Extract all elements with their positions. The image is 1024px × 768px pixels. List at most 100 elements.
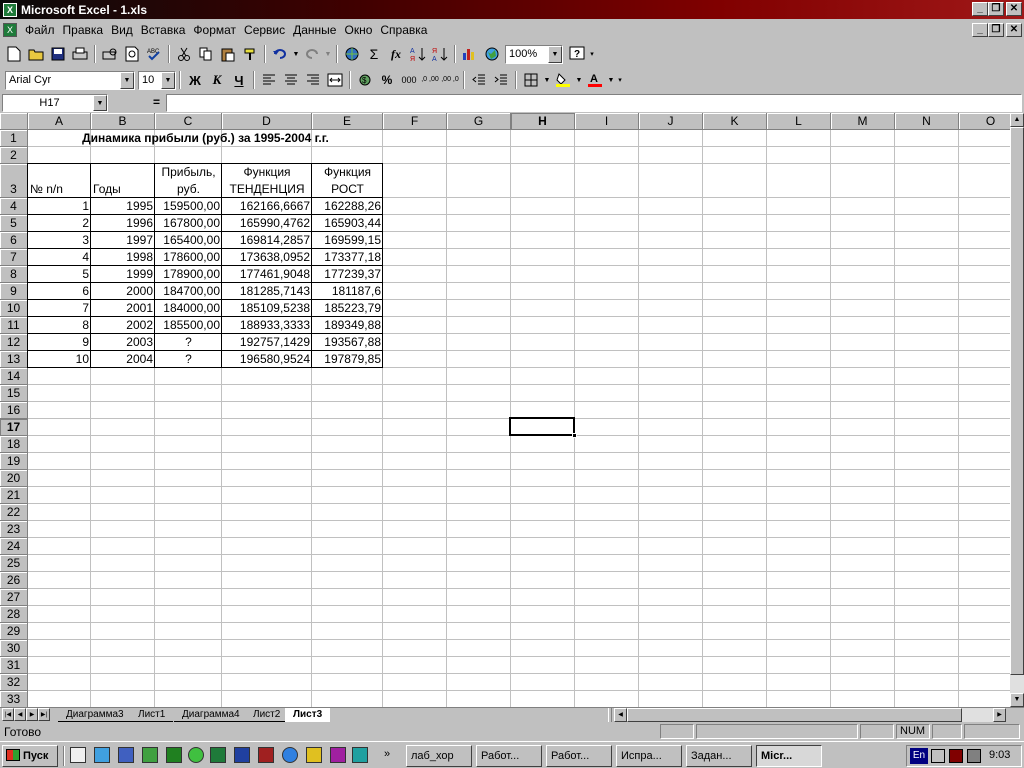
more-buttons-icon[interactable]: ▾	[588, 43, 596, 65]
data-cell-b12[interactable]: 2003	[91, 334, 155, 350]
row-header-8[interactable]: 8	[0, 266, 28, 283]
column-header-j[interactable]: J	[639, 113, 703, 130]
data-cell-d6[interactable]: 169814,2857	[222, 232, 312, 248]
decrease-decimal-button[interactable]: ,00 ,0	[440, 69, 460, 91]
print-icon[interactable]	[69, 43, 91, 65]
quicklaunch-icon[interactable]	[142, 747, 158, 763]
column-header-o[interactable]: O	[959, 113, 1010, 130]
next-sheet-icon[interactable]: ▶	[26, 708, 38, 721]
data-cell-c13[interactable]: ?	[155, 351, 222, 367]
sheet-tab-active[interactable]: Лист3	[285, 708, 331, 722]
function-icon[interactable]: fx	[385, 43, 407, 65]
percent-button[interactable]: %	[376, 69, 398, 91]
column-header-m[interactable]: M	[831, 113, 895, 130]
task-button[interactable]: Испра...	[616, 745, 682, 767]
fill-color-dropdown[interactable]: ▼	[574, 69, 584, 91]
column-header-f[interactable]: F	[383, 113, 447, 130]
volume-icon[interactable]	[931, 749, 945, 763]
data-cell-e11[interactable]: 189349,88	[312, 317, 383, 333]
format-painter-icon[interactable]	[239, 43, 261, 65]
row-header-17[interactable]: 17	[0, 419, 28, 436]
data-cell-b4[interactable]: 1995	[91, 198, 155, 214]
document-icon[interactable]: X	[3, 23, 17, 37]
quicklaunch-icon[interactable]	[118, 747, 134, 763]
print-preview2-icon[interactable]	[121, 43, 143, 65]
row-header-27[interactable]: 27	[0, 589, 28, 606]
task-button-active[interactable]: Micr...	[756, 745, 822, 767]
copy-icon[interactable]	[195, 43, 217, 65]
row-header-23[interactable]: 23	[0, 521, 28, 538]
data-cell-b8[interactable]: 1999	[91, 266, 155, 282]
column-header-h[interactable]: H	[511, 113, 575, 130]
new-icon[interactable]	[3, 43, 25, 65]
data-cell-d8[interactable]: 177461,9048	[222, 266, 312, 282]
zoom-combo[interactable]: 100% ▼	[505, 44, 563, 64]
print-preview-icon[interactable]	[99, 43, 121, 65]
map-icon[interactable]	[481, 43, 503, 65]
task-button[interactable]: Работ...	[476, 745, 542, 767]
scroll-left-icon[interactable]: ◀	[614, 708, 627, 722]
horizontal-scroll-track[interactable]	[627, 708, 993, 722]
horizontal-scroll-thumb[interactable]	[627, 708, 962, 722]
column-header-l[interactable]: L	[767, 113, 831, 130]
data-cell-d13[interactable]: 196580,9524	[222, 351, 312, 367]
data-cell-c8[interactable]: 178900,00	[155, 266, 222, 282]
doc-minimize-button[interactable]: _	[972, 23, 988, 37]
column-header-d[interactable]: D	[222, 113, 312, 130]
data-cell-a8[interactable]: 5	[28, 266, 91, 282]
language-indicator[interactable]: En	[910, 748, 928, 764]
column-header-b[interactable]: B	[91, 113, 155, 130]
prev-sheet-icon[interactable]: ◀	[14, 708, 26, 721]
quicklaunch-excel-icon[interactable]	[210, 747, 226, 763]
open-icon[interactable]	[25, 43, 47, 65]
quicklaunch-icon[interactable]	[70, 747, 86, 763]
data-cell-e10[interactable]: 185223,79	[312, 300, 383, 316]
close-button[interactable]: ✕	[1006, 2, 1022, 16]
data-cell-c10[interactable]: 184000,00	[155, 300, 222, 316]
redo-dropdown[interactable]: ▼	[323, 43, 333, 65]
data-cell-e13[interactable]: 197879,85	[312, 351, 383, 367]
quicklaunch-word-icon[interactable]	[234, 747, 250, 763]
data-cell-a6[interactable]: 3	[28, 232, 91, 248]
row-header-14[interactable]: 14	[0, 368, 28, 385]
last-sheet-icon[interactable]: ▶|	[38, 708, 50, 721]
italic-button[interactable]: К	[206, 69, 228, 91]
minimize-button[interactable]: _	[972, 2, 988, 16]
task-button[interactable]: лаб_хор	[406, 745, 472, 767]
sheet-tab[interactable]: Лист2	[245, 708, 289, 722]
data-cell-a4[interactable]: 1	[28, 198, 91, 214]
data-cell-b5[interactable]: 1996	[91, 215, 155, 231]
column-header-e[interactable]: E	[312, 113, 383, 130]
data-cell-b13[interactable]: 2004	[91, 351, 155, 367]
data-cell-c4[interactable]: 159500,00	[155, 198, 222, 214]
data-cell-c6[interactable]: 165400,00	[155, 232, 222, 248]
chevron-down-icon[interactable]: ▼	[93, 95, 107, 111]
header-cell-b3[interactable]: Годы	[91, 181, 155, 197]
column-header-n[interactable]: N	[895, 113, 959, 130]
sheet-tab[interactable]: Диаграмма4	[174, 708, 248, 722]
underline-button[interactable]: Ч	[228, 69, 250, 91]
data-cell-d5[interactable]: 165990,4762	[222, 215, 312, 231]
sheet-tab[interactable]: Лист1	[130, 708, 174, 722]
data-cell-c9[interactable]: 184700,00	[155, 283, 222, 299]
data-cell-c11[interactable]: 185500,00	[155, 317, 222, 333]
row-header-21[interactable]: 21	[0, 487, 28, 504]
row-header-22[interactable]: 22	[0, 504, 28, 521]
quicklaunch-icon[interactable]	[258, 747, 274, 763]
quicklaunch-ie-icon[interactable]	[282, 747, 298, 763]
quicklaunch-more-icon[interactable]: »	[384, 748, 390, 760]
quicklaunch-icon[interactable]	[352, 747, 368, 763]
merge-center-icon[interactable]	[324, 69, 346, 91]
borders-icon[interactable]	[520, 69, 542, 91]
quicklaunch-icon[interactable]	[166, 747, 182, 763]
row-header-26[interactable]: 26	[0, 572, 28, 589]
undo-icon[interactable]	[269, 43, 291, 65]
spelling-icon[interactable]: ABC	[143, 43, 165, 65]
menu-view[interactable]: Вид	[107, 23, 137, 37]
align-right-icon[interactable]	[302, 69, 324, 91]
title-bar[interactable]: X Microsoft Excel - 1.xls _ ❐ ✕	[0, 0, 1024, 19]
data-cell-a12[interactable]: 9	[28, 334, 91, 350]
header-cell-e3[interactable]: Функция	[312, 164, 383, 180]
menu-data[interactable]: Данные	[289, 23, 340, 37]
data-cell-c7[interactable]: 178600,00	[155, 249, 222, 265]
